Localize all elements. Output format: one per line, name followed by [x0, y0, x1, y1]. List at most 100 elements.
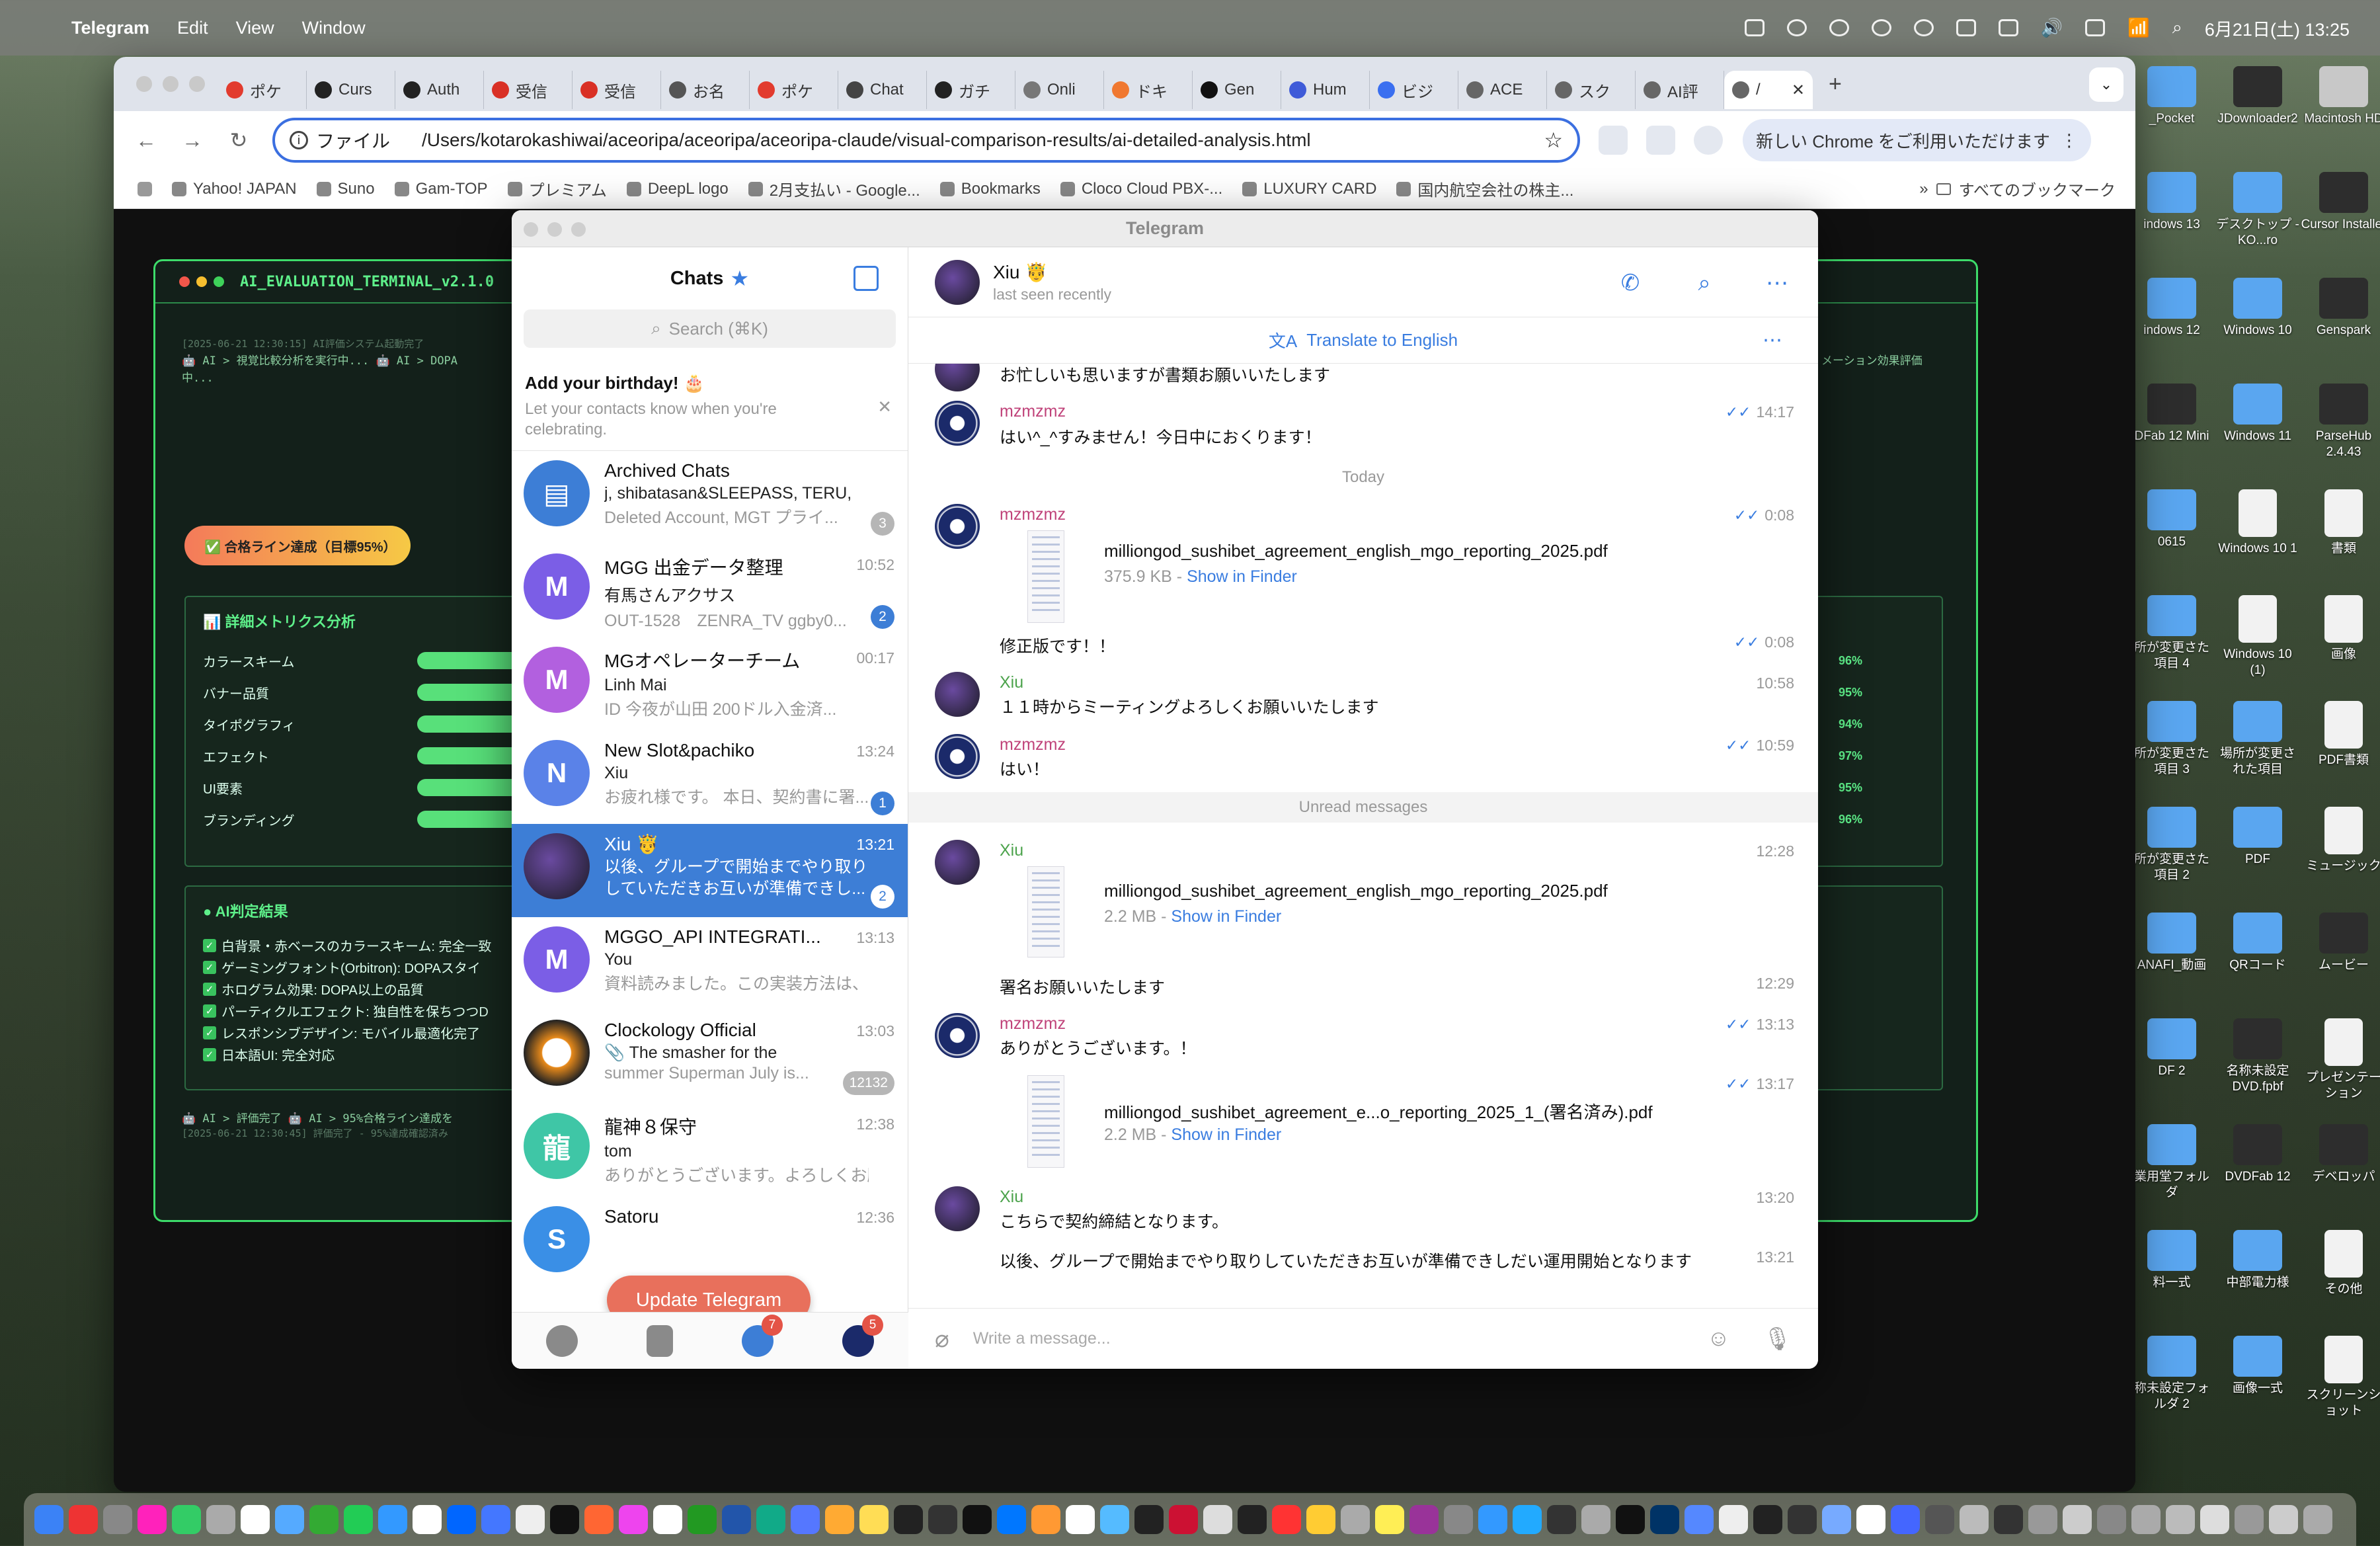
zoom-window-button[interactable] — [189, 76, 205, 92]
desktop-icon[interactable]: デスクトップ - KO...ro — [2215, 172, 2301, 249]
desktop-icon[interactable]: Macintosh HD — [2301, 66, 2380, 127]
bookmark-item[interactable]: Yahoo! JAPAN — [172, 177, 297, 200]
new-tab-button[interactable]: + — [1829, 71, 1842, 97]
desktop-icon[interactable]: indows 13 — [2129, 172, 2215, 233]
desktop-icon[interactable]: 0615 — [2129, 489, 2215, 550]
minimize-window-button[interactable] — [163, 76, 178, 92]
pdf-thumbnail[interactable] — [1027, 1075, 1064, 1168]
show-in-finder-link[interactable]: Show in Finder — [1171, 1125, 1281, 1144]
dock-app-icon[interactable] — [1891, 1505, 1920, 1534]
dock-app-icon[interactable] — [928, 1505, 957, 1534]
more-icon[interactable]: ⋯ — [1763, 329, 1782, 352]
premium-star-icon[interactable]: ★ — [730, 266, 749, 291]
desktop-icon[interactable]: 画像 — [2301, 595, 2380, 663]
dock-app-icon[interactable] — [688, 1505, 717, 1534]
avatar[interactable] — [935, 672, 980, 717]
desktop-icon[interactable]: Cursor Installer — [2301, 172, 2380, 233]
dock-app-icon[interactable] — [1272, 1505, 1301, 1534]
browser-tab[interactable]: Onli — [1015, 71, 1104, 109]
browser-tab[interactable]: スク — [1547, 71, 1636, 109]
dock-app-icon[interactable] — [1856, 1505, 1885, 1534]
file-name[interactable]: milliongod_sushibet_agreement_e...o_repo… — [1104, 1099, 1653, 1123]
avatar[interactable] — [935, 401, 980, 446]
desktop-icon[interactable]: スクリーンショット — [2301, 1336, 2380, 1419]
avatar[interactable] — [935, 734, 980, 779]
avatar[interactable] — [935, 1013, 980, 1058]
status-app-icon[interactable] — [1913, 19, 1934, 36]
dock-app-icon[interactable] — [1719, 1505, 1748, 1534]
address-url[interactable]: /Users/kotarokashiwai/aceoripa/aceoripa/… — [422, 130, 1311, 151]
dock-app-icon[interactable] — [619, 1505, 648, 1534]
browser-tab[interactable]: 受信 — [484, 71, 573, 109]
desktop-icon[interactable]: その他 — [2301, 1230, 2380, 1297]
status-app-icon[interactable] — [1829, 19, 1849, 36]
dock-app-icon[interactable] — [1478, 1505, 1507, 1534]
file-name[interactable]: milliongod_sushibet_agreement_english_mg… — [1104, 881, 1608, 901]
bookmark-item[interactable]: Gam-TOP — [394, 177, 488, 200]
desktop-icon[interactable]: PDF — [2215, 807, 2301, 868]
dock-app-icon[interactable] — [447, 1505, 476, 1534]
dock-app-icon[interactable] — [1238, 1505, 1267, 1534]
birthday-banner[interactable]: Add your birthday! 🎂 Let your contacts k… — [512, 360, 908, 452]
dock-app-icon[interactable] — [1685, 1505, 1714, 1534]
close-icon[interactable]: ✕ — [1792, 81, 1805, 100]
browser-tab[interactable]: AI評 — [1636, 71, 1724, 109]
dock-app-icon[interactable] — [481, 1505, 510, 1534]
desktop-icon[interactable]: 場所が変更された項目 — [2215, 701, 2301, 778]
message-sender[interactable]: mzmzmz — [1000, 1014, 1066, 1034]
dock-app-icon[interactable] — [825, 1505, 854, 1534]
browser-tab[interactable]: ガチ — [927, 71, 1015, 109]
dock-app-icon[interactable] — [2269, 1505, 2298, 1534]
avatar[interactable] — [935, 364, 980, 391]
desktop-icon[interactable]: ANAFI_動画 — [2129, 913, 2215, 973]
reload-button[interactable]: ↻ — [216, 128, 262, 153]
dock-app-icon[interactable] — [1650, 1505, 1679, 1534]
message-input[interactable]: Write a message... — [973, 1329, 1111, 1348]
dock-app-icon[interactable] — [584, 1505, 614, 1534]
browser-tab[interactable]: ドキ — [1104, 71, 1193, 109]
desktop-icon[interactable]: ミュージック — [2301, 807, 2380, 874]
bookmark-item[interactable]: プレミアム — [507, 177, 607, 200]
dock-app-icon[interactable] — [791, 1505, 820, 1534]
bookmark-item[interactable]: 国内航空会社の株主... — [1396, 177, 1573, 200]
translate-label[interactable]: Translate to English — [1306, 330, 1458, 350]
sticker-icon[interactable]: ☺ — [1707, 1326, 1730, 1352]
dock-app-icon[interactable] — [413, 1505, 442, 1534]
dock-app-icon[interactable] — [1031, 1505, 1060, 1534]
avatar[interactable] — [935, 504, 980, 549]
search-icon[interactable]: ⌕ — [1690, 268, 1719, 298]
desktop-icon[interactable]: 画像一式 — [2215, 1336, 2301, 1397]
message-sender[interactable]: Xiu — [1000, 841, 1023, 860]
dock-app-icon[interactable] — [1100, 1505, 1129, 1534]
dock-app-icon[interactable] — [997, 1505, 1026, 1534]
browser-tab[interactable]: Auth — [395, 71, 484, 109]
dock-app-icon[interactable] — [1547, 1505, 1576, 1534]
search-input[interactable]: ⌕ Search (⌘K) — [524, 309, 896, 348]
dock-app-icon[interactable] — [756, 1505, 785, 1534]
desktop-icon[interactable]: JDownloader2 — [2215, 66, 2301, 127]
dock-app-icon[interactable] — [859, 1505, 889, 1534]
avatar[interactable] — [935, 259, 980, 305]
message-sender[interactable]: mzmzmz — [1000, 402, 1066, 421]
dock-app-icon[interactable] — [138, 1505, 167, 1534]
chat-list-item[interactable]: M MGG 出金データ整理 有馬さんアクサス OUT-1528 ZENRA_TV gg… — [512, 544, 908, 637]
status-app-icon[interactable] — [1786, 19, 1807, 36]
display-icon[interactable] — [1956, 19, 1976, 36]
calls-icon[interactable] — [647, 1324, 673, 1357]
dock-app-icon[interactable] — [172, 1505, 201, 1534]
status-app-icon[interactable] — [1744, 19, 1765, 36]
desktop-icon[interactable]: Windows 10 1 — [2215, 489, 2301, 557]
browser-tab[interactable]: Hum — [1281, 71, 1370, 109]
extensions-puzzle-icon[interactable] — [1646, 126, 1675, 155]
dock-app-icon[interactable] — [1444, 1505, 1473, 1534]
bookmark-item[interactable]: 2月支払い - Google... — [748, 177, 920, 200]
close-window-button[interactable] — [136, 76, 152, 92]
menu-app-name[interactable]: Telegram — [71, 18, 149, 38]
dock-app-icon[interactable] — [550, 1505, 579, 1534]
zoom-window-button[interactable] — [571, 222, 586, 237]
dock-app-icon[interactable] — [241, 1505, 270, 1534]
bookmark-item[interactable]: Suno — [316, 177, 375, 200]
dock-app-icon[interactable] — [309, 1505, 338, 1534]
bookmark-star-icon[interactable]: ☆ — [1544, 128, 1563, 153]
desktop-icon[interactable]: 名称未設定DVD.fpbf — [2215, 1018, 2301, 1095]
